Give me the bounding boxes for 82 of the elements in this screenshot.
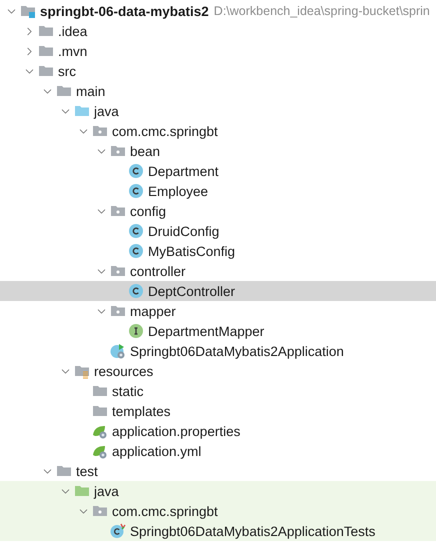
tree-row[interactable]: MyBatisConfig <box>0 241 436 261</box>
tree-row[interactable]: src <box>0 61 436 81</box>
tree-item-label: Department <box>148 164 219 178</box>
tree-item-label: Employee <box>148 184 208 198</box>
folder-icon <box>38 23 54 39</box>
package-folder-icon <box>110 263 126 279</box>
tree-item-label: main <box>76 84 106 98</box>
tree-row[interactable]: templates <box>0 401 436 421</box>
tree-row[interactable]: Employee <box>0 181 436 201</box>
interface-icon <box>128 323 144 339</box>
tree-item-label: springbt-06-data-mybatis2 <box>40 4 209 18</box>
tree-row[interactable]: Springbt06DataMybatis2Application <box>0 341 436 361</box>
folder-icon <box>38 43 54 59</box>
leaf-gear-icon <box>92 443 108 459</box>
tree-item-label: controller <box>130 264 186 278</box>
tree-row[interactable]: bean <box>0 141 436 161</box>
package-folder-icon <box>92 123 108 139</box>
folder-icon <box>92 403 108 419</box>
tree-row[interactable]: controller <box>0 261 436 281</box>
tree-item-label: com.cmc.springbt <box>112 124 218 138</box>
tree-item-label: .idea <box>58 24 88 38</box>
tree-row[interactable]: main <box>0 81 436 101</box>
run-class-icon <box>110 343 126 359</box>
tree-row[interactable]: Department <box>0 161 436 181</box>
tree-item-label: mapper <box>130 304 176 318</box>
class-icon <box>128 183 144 199</box>
tree-row[interactable]: java <box>0 101 436 121</box>
tree-item-label: .mvn <box>58 44 88 58</box>
class-icon <box>128 223 144 239</box>
tree-row[interactable]: com.cmc.springbt <box>0 121 436 141</box>
tree-item-label: application.yml <box>112 444 202 458</box>
tree-item-label: Springbt06DataMybatis2Application <box>130 344 344 358</box>
tree-row[interactable]: application.yml <box>0 441 436 461</box>
tree-row[interactable]: com.cmc.springbt <box>0 501 436 521</box>
folder-icon <box>56 463 72 479</box>
tree-row[interactable]: application.properties <box>0 421 436 441</box>
tree-item-label: java <box>94 104 119 118</box>
tree-row[interactable]: springbt-06-data-mybatis2 D:\workbench_idea\spring-bucket\sprin <box>0 1 436 21</box>
tree-row[interactable]: DruidConfig <box>0 221 436 241</box>
folder-icon <box>74 483 90 499</box>
tree-item-label: test <box>76 464 98 478</box>
tree-row[interactable]: resources <box>0 361 436 381</box>
tree-item-label: java <box>94 484 119 498</box>
tree-row[interactable]: .mvn <box>0 41 436 61</box>
tree-row[interactable]: java <box>0 481 436 501</box>
tree-row[interactable]: test <box>0 461 436 481</box>
folder-icon <box>74 103 90 119</box>
tree-row[interactable]: DeptController <box>0 281 436 301</box>
tree-item-label: DeptController <box>148 284 236 298</box>
tree-item-label: DruidConfig <box>148 224 220 238</box>
class-icon <box>128 163 144 179</box>
class-icon <box>128 243 144 259</box>
tree-item-label: bean <box>130 144 160 158</box>
tree-item-label: config <box>130 204 166 218</box>
folder-icon <box>56 83 72 99</box>
resources-folder-icon <box>74 363 90 379</box>
project-path: D:\workbench_idea\spring-bucket\sprin <box>214 4 430 18</box>
test-class-icon <box>110 523 126 539</box>
tree-row[interactable]: DepartmentMapper <box>0 321 436 341</box>
tree-row[interactable]: .idea <box>0 21 436 41</box>
folder-icon <box>38 63 54 79</box>
tree-row[interactable]: Springbt06DataMybatis2ApplicationTests <box>0 521 436 541</box>
folder-icon <box>92 383 108 399</box>
leaf-gear-icon <box>92 423 108 439</box>
tree-item-label: DepartmentMapper <box>148 324 264 338</box>
module-folder-icon <box>20 3 36 19</box>
tree-row[interactable]: config <box>0 201 436 221</box>
tree-item-label: resources <box>94 364 154 378</box>
tree-item-label: src <box>58 64 76 78</box>
class-icon <box>128 283 144 299</box>
tree-item-label: MyBatisConfig <box>148 244 236 258</box>
tree-item-label: application.properties <box>112 424 240 438</box>
tree-row[interactable]: static <box>0 381 436 401</box>
tree-item-label: com.cmc.springbt <box>112 504 218 518</box>
tree-item-label: Springbt06DataMybatis2ApplicationTests <box>130 524 376 538</box>
package-folder-icon <box>110 203 126 219</box>
tree-item-label: static <box>112 384 144 398</box>
package-folder-icon <box>110 143 126 159</box>
tree-item-label: templates <box>112 404 171 418</box>
tree-row[interactable]: mapper <box>0 301 436 321</box>
package-folder-icon <box>92 503 108 519</box>
package-folder-icon <box>110 303 126 319</box>
